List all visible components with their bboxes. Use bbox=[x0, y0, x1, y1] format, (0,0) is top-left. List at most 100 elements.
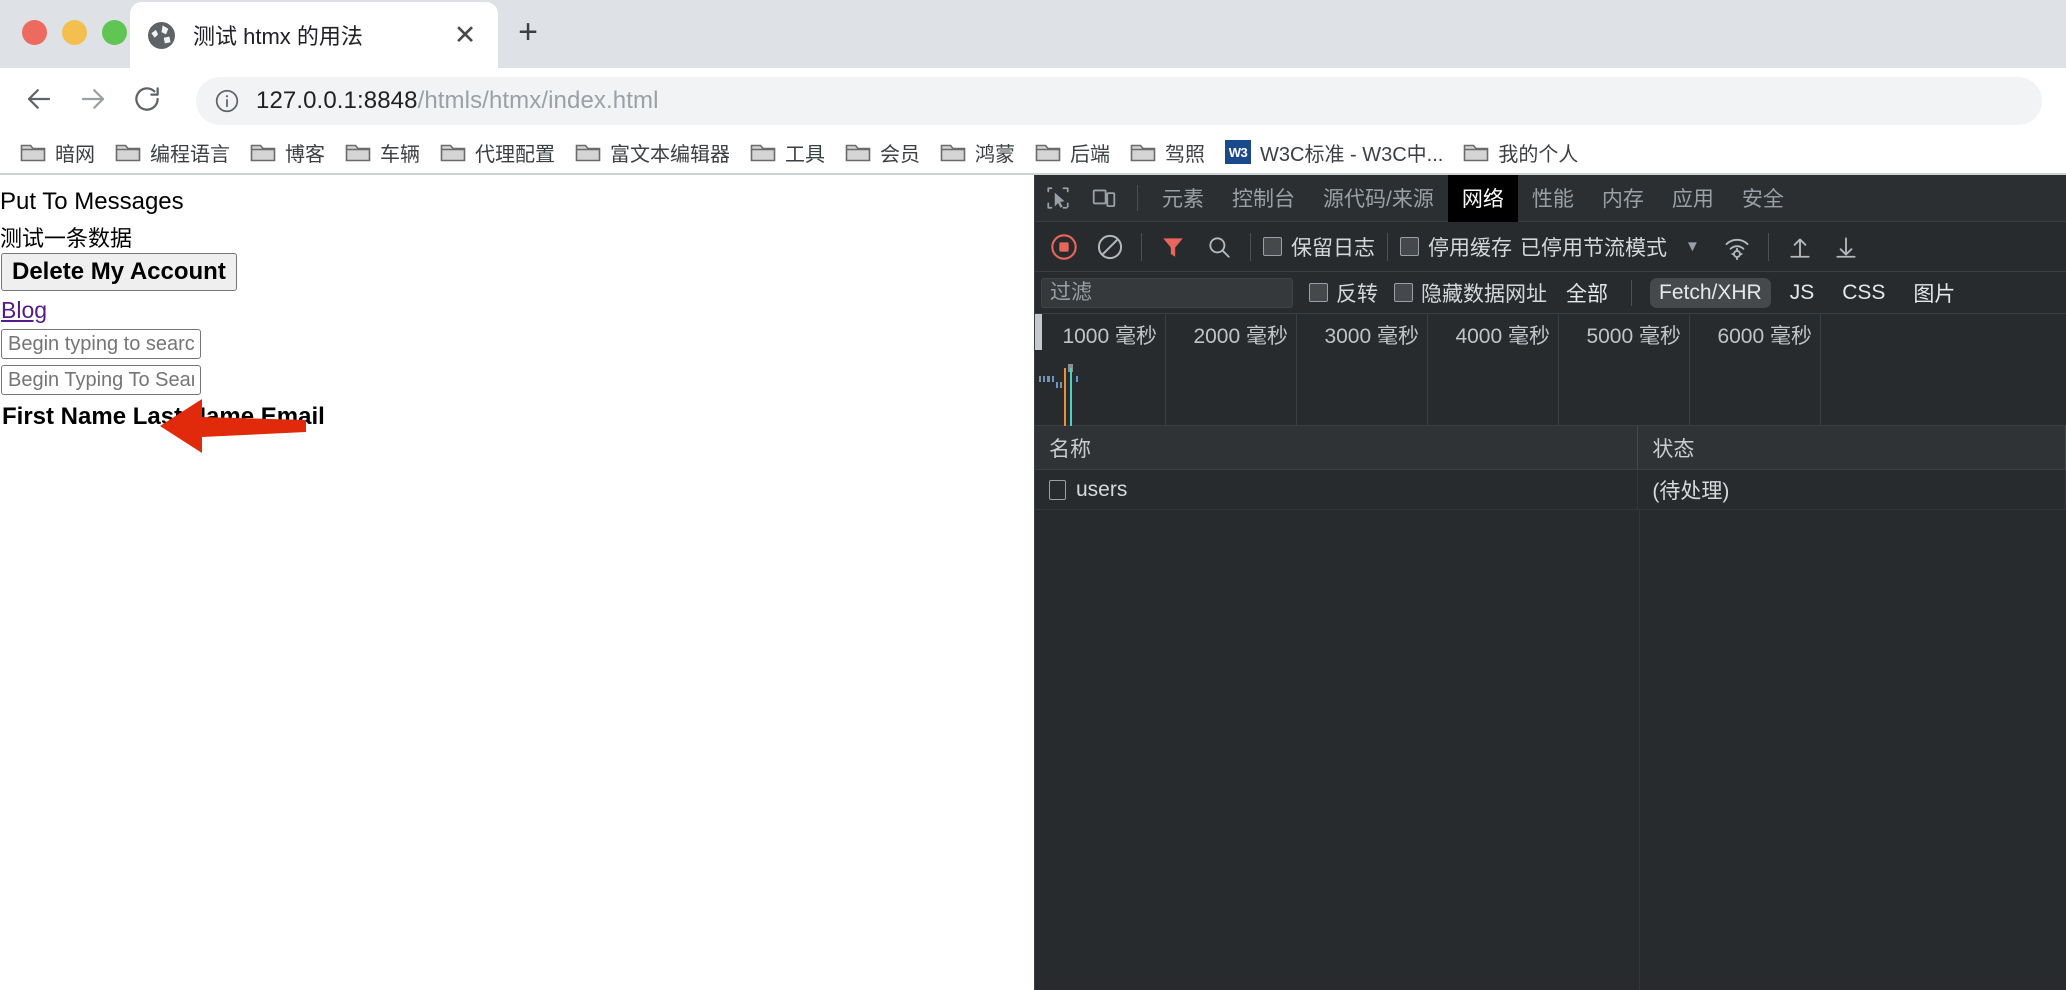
devtools-tab[interactable]: 内存 bbox=[1588, 175, 1658, 222]
timeline-tick-label: 3000 毫秒 bbox=[1324, 325, 1419, 348]
maximize-window-button[interactable] bbox=[102, 20, 127, 45]
record-stop-icon[interactable] bbox=[1041, 226, 1087, 268]
devtools-tab[interactable]: 网络 bbox=[1447, 175, 1518, 222]
column-header-status[interactable]: 状态 bbox=[1638, 426, 2066, 469]
filter-input[interactable] bbox=[1041, 277, 1293, 308]
request-name-cell: users bbox=[1035, 470, 1639, 509]
timeline-tick-label: 2000 毫秒 bbox=[1193, 325, 1288, 348]
download-arrow-icon[interactable] bbox=[1823, 226, 1869, 268]
bookmark-label: 富文本编辑器 bbox=[610, 143, 730, 166]
magnifier-icon[interactable] bbox=[1196, 226, 1242, 268]
search-input-lowercase[interactable] bbox=[1, 329, 201, 359]
bookmark-item[interactable]: 富文本编辑器 bbox=[565, 135, 740, 169]
bookmark-item[interactable]: W3 W3C标准 - W3C中... bbox=[1215, 135, 1453, 169]
bookmark-label: W3C标准 - W3C中... bbox=[1260, 143, 1444, 166]
devtools-tab[interactable]: 控制台 bbox=[1218, 175, 1309, 222]
folder-icon bbox=[940, 141, 966, 163]
checkbox-icon[interactable] bbox=[1309, 283, 1328, 302]
bookmark-label: 我的个人 bbox=[1498, 143, 1579, 166]
divider bbox=[1141, 232, 1142, 261]
devtools-tab[interactable]: 源代码/来源 bbox=[1309, 175, 1448, 222]
bookmark-item[interactable]: 编程语言 bbox=[105, 135, 240, 169]
folder-icon bbox=[115, 141, 141, 163]
forward-icon[interactable] bbox=[70, 76, 116, 122]
address-bar[interactable]: 127.0.0.1:8848/htmls/htmx/index.html bbox=[196, 77, 2042, 125]
disable-cache-checkbox[interactable]: 停用缓存 bbox=[1396, 232, 1516, 262]
delete-my-account-button[interactable]: Delete My Account bbox=[1, 253, 237, 291]
folder-icon bbox=[440, 141, 466, 163]
back-icon[interactable] bbox=[16, 76, 62, 122]
timeline-tick-cell: 4000 毫秒 bbox=[1428, 314, 1559, 425]
devtools-panel: 元素 控制台 源代码/来源 网络 性能 内存 应用 安全 保留日志 停用缓存 已… bbox=[1034, 175, 2066, 990]
bookmark-item[interactable]: 博客 bbox=[240, 135, 335, 169]
close-window-button[interactable] bbox=[22, 20, 47, 45]
divider bbox=[1767, 232, 1769, 261]
blog-link[interactable]: Blog bbox=[1, 297, 47, 324]
devtools-tab[interactable]: 性能 bbox=[1518, 175, 1588, 222]
checkbox-icon[interactable] bbox=[1263, 237, 1282, 256]
bookmark-item[interactable]: 驾照 bbox=[1120, 135, 1215, 169]
reload-icon[interactable] bbox=[124, 76, 170, 122]
devtools-tab[interactable]: 安全 bbox=[1728, 175, 1798, 222]
close-icon[interactable]: ✕ bbox=[450, 20, 480, 50]
requests-table-body: CSDN @前端.火鸡 bbox=[1035, 510, 2066, 990]
address-bar-url: 127.0.0.1:8848/htmls/htmx/index.html bbox=[256, 87, 659, 115]
network-toolbar: 保留日志 停用缓存 已停用节流模式 ▼ bbox=[1035, 222, 2066, 272]
wifi-gear-icon[interactable] bbox=[1714, 226, 1760, 268]
timeline-tick-cell: 6000 毫秒 bbox=[1690, 314, 1821, 425]
invert-checkbox[interactable]: 反转 bbox=[1309, 278, 1378, 308]
device-toolbar-icon[interactable] bbox=[1081, 178, 1127, 218]
disable-cache-label: 停用缓存 bbox=[1428, 236, 1512, 260]
bookmark-label: 博客 bbox=[285, 143, 325, 166]
globe-icon bbox=[148, 21, 175, 49]
preserve-log-checkbox[interactable]: 保留日志 bbox=[1259, 232, 1379, 262]
bookmark-item[interactable]: 鸿蒙 bbox=[930, 135, 1025, 169]
devtools-tab[interactable]: 元素 bbox=[1148, 175, 1218, 222]
minimize-window-button[interactable] bbox=[62, 20, 87, 45]
checkbox-icon[interactable] bbox=[1394, 283, 1413, 302]
bookmark-item[interactable]: 代理配置 bbox=[430, 135, 565, 169]
upload-arrow-icon[interactable] bbox=[1777, 226, 1823, 268]
request-name: users bbox=[1076, 477, 1128, 501]
browser-tab[interactable]: 测试 htmx 的用法 ✕ bbox=[130, 2, 498, 68]
navigation-bar: 127.0.0.1:8848/htmls/htmx/index.html bbox=[0, 68, 2066, 130]
type-filter[interactable]: Fetch/XHR bbox=[1650, 277, 1771, 308]
search-input-titlecase[interactable] bbox=[1, 365, 201, 395]
type-filter[interactable]: CSS bbox=[1833, 278, 1894, 308]
info-circle-icon[interactable] bbox=[214, 88, 240, 114]
w3c-icon: W3 bbox=[1225, 140, 1251, 164]
table-row[interactable]: users (待处理) bbox=[1035, 470, 2066, 510]
preserve-log-label: 保留日志 bbox=[1291, 236, 1375, 260]
column-header-name[interactable]: 名称 bbox=[1035, 426, 1639, 469]
timeline-tick-cell: 5000 毫秒 bbox=[1559, 314, 1690, 425]
type-filter[interactable]: 全部 bbox=[1557, 275, 1617, 311]
new-tab-button[interactable]: + bbox=[508, 12, 548, 52]
folder-icon bbox=[20, 141, 46, 163]
bookmark-item[interactable]: 暗网 bbox=[10, 135, 105, 169]
network-filter-bar: 反转 隐藏数据网址 全部 Fetch/XHR JS CSS 图片 bbox=[1035, 272, 2066, 314]
bookmarks-bar: 暗网 编程语言 博客 车辆 代理配置 富文本编辑器 工具 会员 鸿蒙 后端 驾照 W3 W3C标准 - … bbox=[0, 130, 2066, 174]
hide-data-urls-checkbox[interactable]: 隐藏数据网址 bbox=[1394, 278, 1547, 308]
bookmark-label: 后端 bbox=[1070, 143, 1110, 166]
devtools-tab[interactable]: 应用 bbox=[1658, 175, 1728, 222]
divider bbox=[1137, 185, 1138, 211]
type-filter[interactable]: JS bbox=[1781, 278, 1824, 308]
bookmark-item[interactable]: 会员 bbox=[835, 135, 930, 169]
type-filter[interactable]: 图片 bbox=[1904, 275, 1964, 311]
chevron-down-icon[interactable]: ▼ bbox=[1671, 238, 1714, 255]
bookmark-item[interactable]: 车辆 bbox=[335, 135, 430, 169]
bookmark-item[interactable]: 工具 bbox=[740, 135, 835, 169]
folder-icon bbox=[345, 141, 371, 163]
network-timeline-overview[interactable]: 1000 毫秒 2000 毫秒 3000 毫秒 4000 毫秒 5000 毫秒 6000 … bbox=[1035, 314, 2066, 426]
throttling-select[interactable]: 已停用节流模式 bbox=[1516, 232, 1671, 262]
bookmark-item[interactable]: 后端 bbox=[1025, 135, 1120, 169]
funnel-icon[interactable] bbox=[1150, 226, 1196, 268]
browser-window: 测试 htmx 的用法 ✕ + 127.0.0.1:8848/htmls/htm… bbox=[0, 0, 2066, 990]
window-traffic-lights bbox=[22, 20, 127, 45]
bookmark-label: 鸿蒙 bbox=[975, 143, 1015, 166]
request-status-cell: (待处理) bbox=[1638, 470, 2066, 509]
inspect-element-icon[interactable] bbox=[1035, 178, 1081, 218]
clear-circle-slash-icon[interactable] bbox=[1087, 226, 1133, 268]
checkbox-icon[interactable] bbox=[1400, 237, 1419, 256]
bookmark-item[interactable]: 我的个人 bbox=[1453, 135, 1588, 169]
